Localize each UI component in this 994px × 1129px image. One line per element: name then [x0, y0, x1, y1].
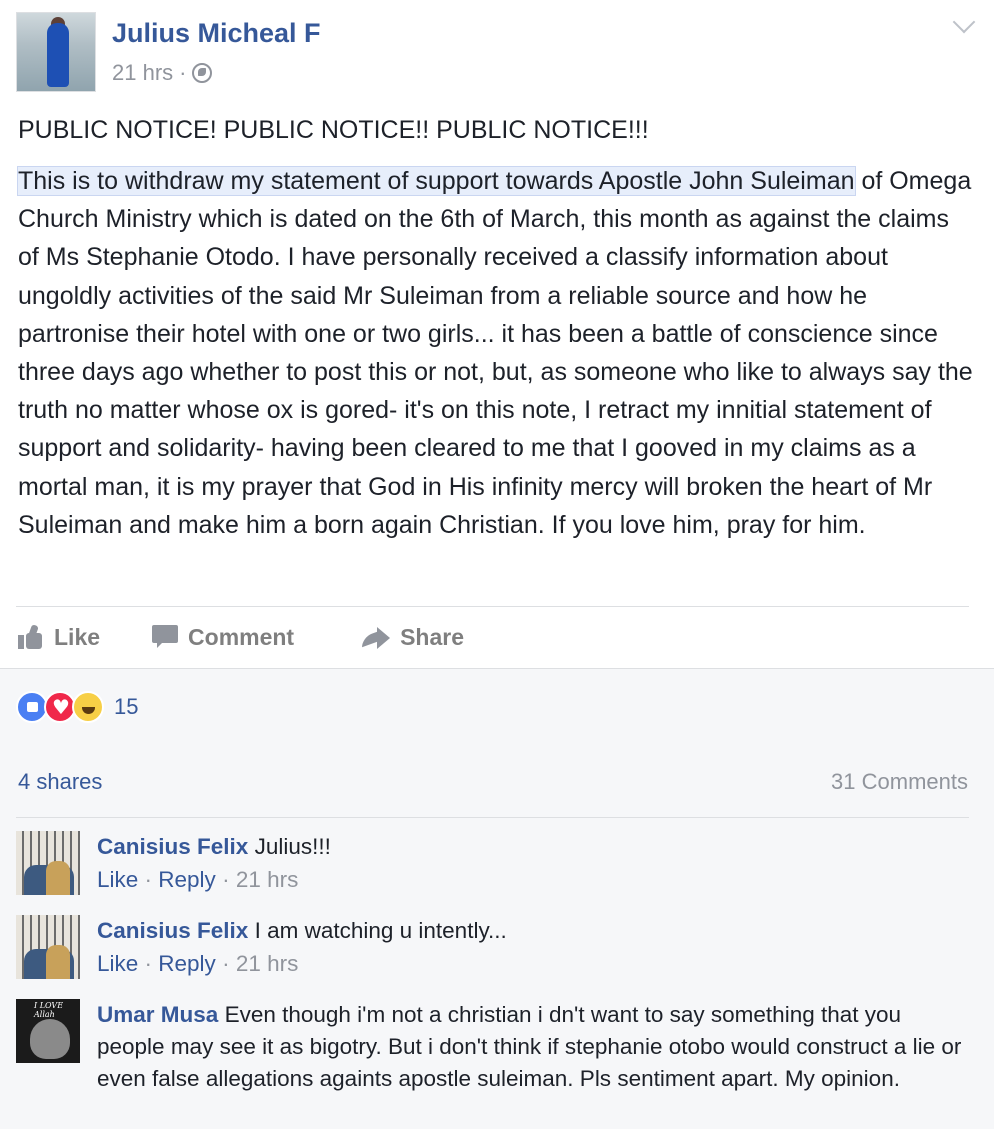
- author-name[interactable]: Julius Micheal F: [112, 18, 321, 49]
- commenter-name[interactable]: Canisius Felix: [97, 918, 248, 943]
- post-meta: 21 hrs ·: [112, 60, 213, 86]
- comment-text: Canisius Felix Julius!!!: [97, 831, 965, 863]
- comment-meta: Like · Reply · 21 hrs: [97, 867, 299, 892]
- share-label: Share: [400, 623, 465, 650]
- reaction-count[interactable]: 15: [114, 694, 138, 720]
- commenter-avatar[interactable]: [16, 915, 80, 979]
- haha-reaction-icon: [72, 691, 104, 723]
- shares-count[interactable]: 4 shares: [18, 769, 102, 795]
- comment-text: Umar Musa Even though i'm not a christia…: [97, 999, 965, 1095]
- highlighted-text: This is to withdraw my statement of supp…: [17, 166, 856, 196]
- comment-time[interactable]: 21 hrs: [236, 951, 299, 976]
- comment-time[interactable]: 21 hrs: [236, 867, 299, 892]
- commenter-avatar[interactable]: I LOVE Allah: [16, 999, 80, 1063]
- comment-text: Canisius Felix I am watching u intently.…: [97, 915, 965, 947]
- share-button[interactable]: Share: [362, 624, 464, 651]
- comment-body: Julius!!!: [254, 834, 331, 859]
- reactions-summary[interactable]: 15: [16, 691, 138, 723]
- chevron-down-icon[interactable]: [952, 10, 976, 34]
- comment-reply-link[interactable]: Reply: [158, 951, 216, 976]
- post-actions: Like Comment Share: [16, 608, 969, 666]
- author-avatar[interactable]: [16, 12, 96, 92]
- comment-body: Even though i'm not a christian i dn't w…: [97, 1002, 962, 1091]
- comment-reply-link[interactable]: Reply: [158, 867, 216, 892]
- avatar-caption: I LOVE Allah: [34, 1001, 64, 1019]
- like-button[interactable]: Like: [18, 624, 100, 651]
- like-label: Like: [54, 623, 101, 650]
- comment-item: Canisius Felix I am watching u intently.…: [16, 915, 966, 983]
- share-icon: [362, 626, 391, 649]
- comments-count[interactable]: 31 Comments: [831, 769, 968, 795]
- divider: [16, 606, 969, 607]
- comment-item: I LOVE Allah Umar Musa Even though i'm n…: [16, 999, 966, 1129]
- post-title: PUBLIC NOTICE! PUBLIC NOTICE!! PUBLIC NO…: [18, 116, 649, 144]
- comment-like-link[interactable]: Like: [97, 951, 138, 976]
- commenter-name[interactable]: Umar Musa: [97, 1002, 218, 1027]
- post-time[interactable]: 21 hrs: [112, 60, 173, 86]
- globe-icon[interactable]: [192, 63, 213, 83]
- comment-button[interactable]: Comment: [152, 624, 294, 651]
- post-body: This is to withdraw my statement of supp…: [17, 162, 976, 544]
- post-body-text: of Omega Church Ministry which is dated …: [18, 167, 973, 539]
- comment-icon: [152, 625, 179, 649]
- meta-separator: ·: [179, 60, 187, 85]
- like-icon: [18, 624, 44, 649]
- comment-meta: Like · Reply · 21 hrs: [97, 951, 299, 976]
- commenter-avatar[interactable]: [16, 831, 80, 895]
- commenter-name[interactable]: Canisius Felix: [97, 834, 248, 859]
- comment-like-link[interactable]: Like: [97, 867, 138, 892]
- post-header: Julius Micheal F 21 hrs ·: [16, 10, 978, 92]
- post-footer: 15 4 shares 31 Comments Canisius Felix J…: [0, 668, 994, 1129]
- comment-body: I am watching u intently...: [254, 918, 507, 943]
- comment-label: Comment: [188, 623, 295, 650]
- divider: [16, 817, 969, 818]
- comment-item: Canisius Felix Julius!!! Like · Reply · …: [16, 831, 966, 899]
